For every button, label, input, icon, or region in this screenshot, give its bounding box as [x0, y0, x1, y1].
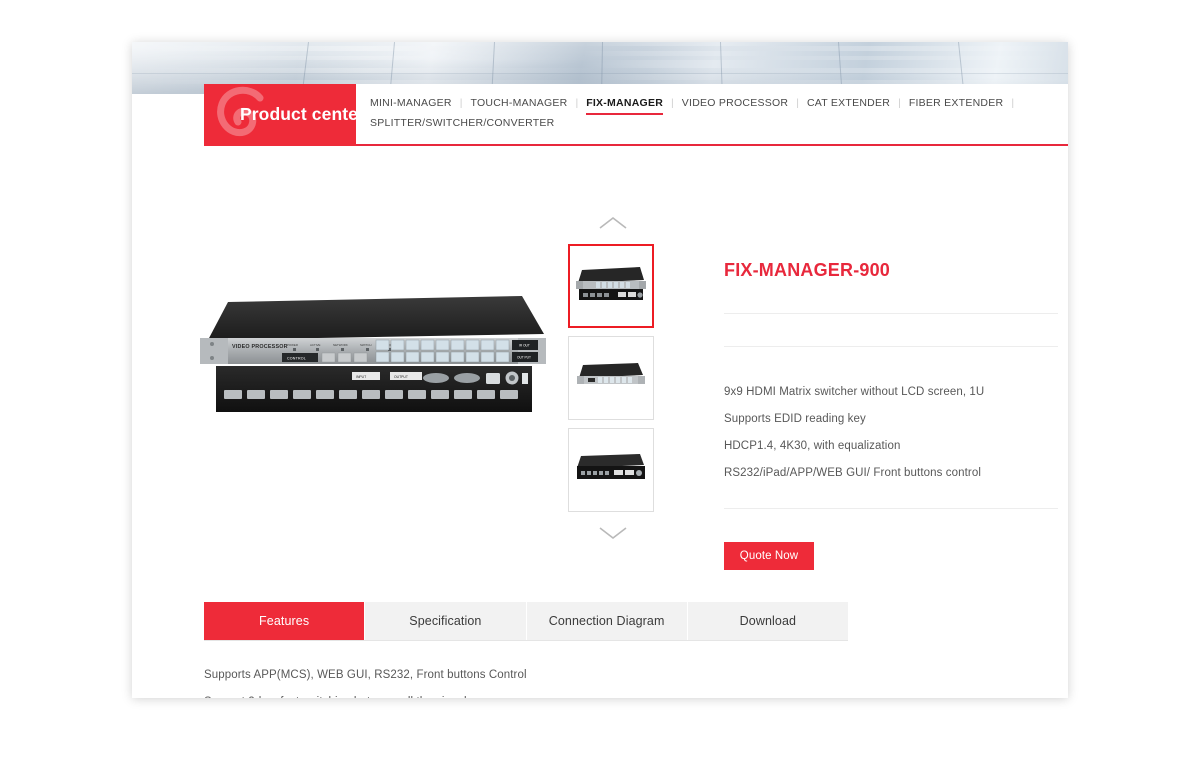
nav-item-cat-extender[interactable]: CAT EXTENDER — [807, 94, 890, 114]
nav-item-touch-manager[interactable]: TOUCH-MANAGER — [470, 94, 567, 114]
product-detail-content: VIDEO PROCESSOR POWER ACTIVE NETWORK SWITC… — [132, 146, 1068, 698]
brand-label: Product center — [240, 104, 356, 124]
nav-separator: | — [796, 97, 799, 109]
divider-bottom — [724, 508, 1058, 509]
divider-top — [724, 313, 1058, 314]
thumbnail-2[interactable] — [568, 428, 654, 512]
tab-features[interactable]: Features — [204, 602, 366, 640]
svg-text:OUTPUT: OUTPUT — [394, 375, 408, 379]
product-center-brand-block: Product center — [204, 84, 356, 146]
divider-middle — [724, 346, 1058, 347]
svg-text:CONTROL: CONTROL — [287, 357, 306, 361]
main-product-image[interactable]: VIDEO PROCESSOR POWER ACTIVE NETWORK SWITC… — [192, 294, 552, 439]
product-tab-bar: Features Specification Connection Diagra… — [204, 602, 848, 641]
nav-separator: | — [459, 97, 463, 109]
tab-specification[interactable]: Specification — [365, 602, 527, 640]
svg-text:IR OUT: IR OUT — [519, 344, 530, 348]
chevron-up-icon[interactable] — [568, 210, 658, 236]
tab-panel-features: Supports APP(MCS), WEB GUI, RS232, Front… — [204, 662, 1004, 698]
nav-row-primary: MINI-MANAGER | TOUCH-MANAGER | FIX-MANAG… — [370, 94, 1068, 134]
thumbnail-1[interactable] — [568, 336, 654, 420]
nav-separator: | — [898, 97, 901, 109]
spec-line: Supports EDID reading key — [724, 413, 866, 425]
tab-download[interactable]: Download — [687, 602, 848, 640]
page-title: FIX-MANAGER-900 — [724, 260, 891, 280]
spec-line: HDCP1.4, 4K30, with equalization — [724, 440, 901, 452]
svg-text:POWER: POWER — [287, 343, 298, 347]
svg-text:ACTIVE: ACTIVE — [310, 343, 321, 347]
nav-item-video-processor[interactable]: VIDEO PROCESSOR — [682, 94, 788, 114]
tab-connection-diagram[interactable]: Connection Diagram — [526, 602, 688, 640]
spec-line: RS232/iPad/APP/WEB GUI/ Front buttons co… — [724, 467, 981, 479]
feature-line: Support 2-key fast switching between all… — [204, 689, 1004, 698]
nav-separator: | — [1011, 97, 1015, 109]
chevron-down-icon[interactable] — [568, 520, 658, 546]
product-spec-list: 9x9 HDMI Matrix switcher without LCD scr… — [724, 379, 1058, 487]
spec-line: 9x9 HDMI Matrix switcher without LCD scr… — [724, 386, 985, 398]
svg-text:OUT PUT: OUT PUT — [517, 356, 531, 360]
product-page: Product center MINI-MANAGER | TOUCH-MANA… — [132, 42, 1068, 698]
thumbnail-carousel — [568, 210, 658, 546]
nav-item-fix-manager[interactable]: FIX-MANAGER — [586, 94, 663, 115]
category-navigation: MINI-MANAGER | TOUCH-MANAGER | FIX-MANAG… — [356, 84, 1068, 156]
svg-text:VIDEO PROCESSOR: VIDEO PROCESSOR — [232, 344, 288, 350]
nav-item-fiber-extender[interactable]: FIBER EXTENDER — [909, 94, 1004, 114]
svg-text:NETWORK: NETWORK — [333, 343, 348, 347]
nav-separator: | — [575, 97, 579, 109]
nav-separator: | — [671, 97, 674, 109]
nav-item-splitter-switcher-converter[interactable]: SPLITTER/SWITCHER/CONVERTER — [370, 114, 555, 134]
feature-line: Supports APP(MCS), WEB GUI, RS232, Front… — [204, 669, 527, 681]
nav-item-mini-manager[interactable]: MINI-MANAGER — [370, 94, 452, 114]
svg-text:SWITCH: SWITCH — [360, 343, 371, 347]
thumbnail-0[interactable] — [568, 244, 654, 328]
svg-text:INPUT: INPUT — [356, 375, 366, 379]
quote-now-button[interactable]: Quote Now — [724, 542, 814, 570]
